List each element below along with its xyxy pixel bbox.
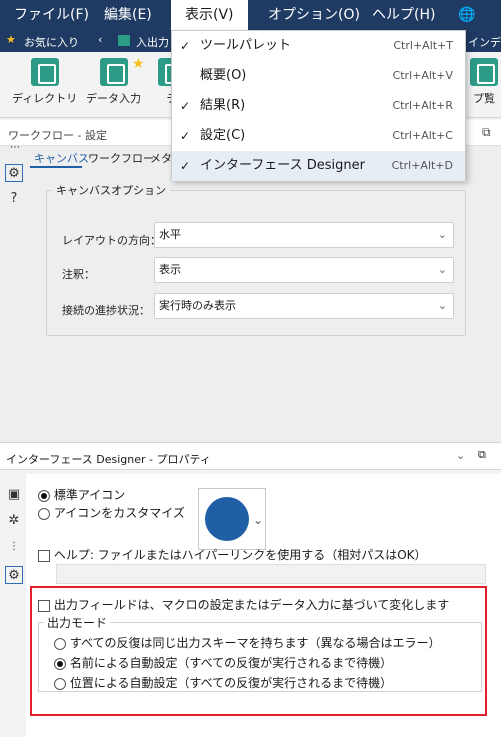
tab-input-output[interactable]: 入出力: [136, 34, 169, 50]
tab-interface[interactable]: インデ: [468, 34, 501, 50]
menu-edit[interactable]: 編集(E): [104, 0, 152, 30]
radio-icon: [38, 489, 50, 502]
tool-label: ディレクトリ: [12, 92, 78, 105]
gear-icon[interactable]: ⚙: [5, 164, 23, 182]
check-icon: ✓: [180, 129, 191, 143]
undock-icon[interactable]: ⧉: [478, 448, 486, 462]
menu-shortcut: Ctrl+Alt+C: [392, 129, 453, 142]
browse-icon: [470, 58, 498, 86]
help-icon[interactable]: ?: [5, 190, 23, 208]
annotation-select[interactable]: 表示 ⌄: [154, 257, 454, 283]
select-value: 水平: [159, 228, 181, 241]
checkbox-icon: [38, 549, 50, 562]
folder-icon: [118, 35, 130, 46]
config-title: ワークフロー - 設定: [8, 129, 107, 142]
menu-item-settings[interactable]: ✓ 設定(C) Ctrl+Alt+C: [172, 121, 465, 151]
tree-icon[interactable]: ⋮: [5, 538, 23, 556]
menu-file[interactable]: ファイル(F): [14, 0, 89, 30]
menu-help[interactable]: ヘルプ(H): [372, 0, 435, 30]
chevron-left-icon[interactable]: ‹: [98, 33, 102, 46]
menu-shortcut: Ctrl+Alt+V: [392, 69, 453, 82]
menu-item-overview[interactable]: 概要(O) Ctrl+Alt+V: [172, 61, 465, 91]
globe-icon[interactable]: 🌐: [458, 0, 475, 30]
chevron-down-icon: ⌄: [437, 228, 447, 241]
menu-options[interactable]: オプション(O): [268, 0, 360, 30]
tool-label: プ覧: [473, 92, 495, 105]
menu-item-label: 設定(C): [200, 128, 246, 143]
book-icon: [99, 58, 128, 86]
progress-select[interactable]: 実行時のみ表示 ⌄: [154, 293, 454, 319]
help-checkbox[interactable]: ヘルプ: ファイルまたはハイパーリンクを使用する（相対パスはOK）: [38, 546, 427, 563]
select-value: 表示: [159, 263, 181, 276]
tool-label: データ入力: [86, 92, 141, 105]
more-icon[interactable]: ⋯: [10, 142, 20, 153]
std-icon-option[interactable]: 標準アイコン: [38, 486, 125, 503]
undock-icon[interactable]: ⧉: [482, 125, 491, 140]
chevron-down-icon: ⌄: [437, 299, 447, 312]
macro-icon-preview: [205, 497, 249, 541]
menu-item-results[interactable]: ✓ 結果(R) Ctrl+Alt+R: [172, 91, 465, 121]
tab-meta[interactable]: メタ: [150, 150, 172, 166]
wand-icon[interactable]: ✲: [5, 512, 23, 530]
menu-item-label: ツールパレット: [200, 38, 292, 53]
interface-title: インターフェース Designer - プロパティ: [6, 453, 211, 466]
menu-view[interactable]: 表示(V): [171, 0, 248, 30]
group-title: キャンバスオプション: [52, 182, 170, 198]
icon-picker[interactable]: ⌄: [198, 488, 266, 550]
gear-icon[interactable]: ⚙: [5, 566, 23, 584]
tab-workflow[interactable]: ワークフロー: [88, 150, 154, 166]
select-value: 実行時のみ表示: [159, 299, 236, 312]
menu-item-interface-designer[interactable]: ✓ インターフェース Designer Ctrl+Alt+D: [172, 151, 465, 181]
field-label: 注釈：: [62, 268, 95, 281]
chevron-down-icon: ⌄: [437, 263, 447, 276]
field-label: 接続の進捗状況：: [62, 304, 150, 317]
menu-shortcut: Ctrl+Alt+R: [392, 99, 453, 112]
tab-underline: [30, 166, 82, 168]
menu-item-label: 概要(O): [200, 68, 247, 83]
book-icon: [30, 58, 59, 86]
option-label: ヘルプ: ファイルまたはハイパーリンクを使用する（相対パスはOK）: [53, 548, 427, 562]
option-label: アイコンをカスタマイズ: [53, 506, 185, 520]
layout-icon[interactable]: ▣: [5, 486, 23, 504]
favorites-tab[interactable]: お気に入り: [24, 34, 79, 50]
menu-bar: ファイル(F) 編集(E) 表示(V) オプション(O) ヘルプ(H) 🌐: [0, 0, 501, 30]
layout-select[interactable]: 水平 ⌄: [154, 222, 454, 248]
star-icon: ★: [132, 56, 145, 72]
help-input[interactable]: [56, 564, 486, 584]
radio-icon: [38, 507, 50, 520]
interface-header: インターフェース Designer - プロパティ ⌄ ⧉: [0, 442, 501, 470]
highlight-box: [30, 586, 487, 716]
tool-directory[interactable]: ディレクトリ: [12, 58, 77, 106]
tool-browse[interactable]: プ覧: [470, 58, 498, 106]
config-body: ⋯ ⚙ ? キャンバス ワークフロー メタ キャンバスオプション レイアウトの方…: [0, 142, 501, 442]
custom-icon-option[interactable]: アイコンをカスタマイズ: [38, 504, 185, 521]
check-icon: ✓: [180, 159, 191, 173]
menu-item-label: 結果(R): [200, 98, 246, 113]
view-menu-dropdown: ✓ ツールパレット Ctrl+Alt+T 概要(O) Ctrl+Alt+V ✓ 結果(R…: [171, 30, 466, 181]
option-label: 標準アイコン: [53, 488, 126, 502]
menu-shortcut: Ctrl+Alt+D: [391, 159, 453, 172]
chevron-down-icon[interactable]: ⌄: [456, 449, 465, 462]
chevron-down-icon: ⌄: [253, 513, 264, 527]
menu-item-tool-palette[interactable]: ✓ ツールパレット Ctrl+Alt+T: [172, 31, 465, 61]
check-icon: ✓: [180, 39, 191, 53]
field-label: レイアウトの方向：: [62, 234, 161, 247]
menu-shortcut: Ctrl+Alt+T: [393, 39, 453, 52]
check-icon: ✓: [180, 99, 191, 113]
tab-canvas[interactable]: キャンバス: [34, 150, 89, 166]
menu-item-label: インターフェース Designer: [200, 158, 365, 173]
star-icon: ★: [6, 33, 16, 46]
